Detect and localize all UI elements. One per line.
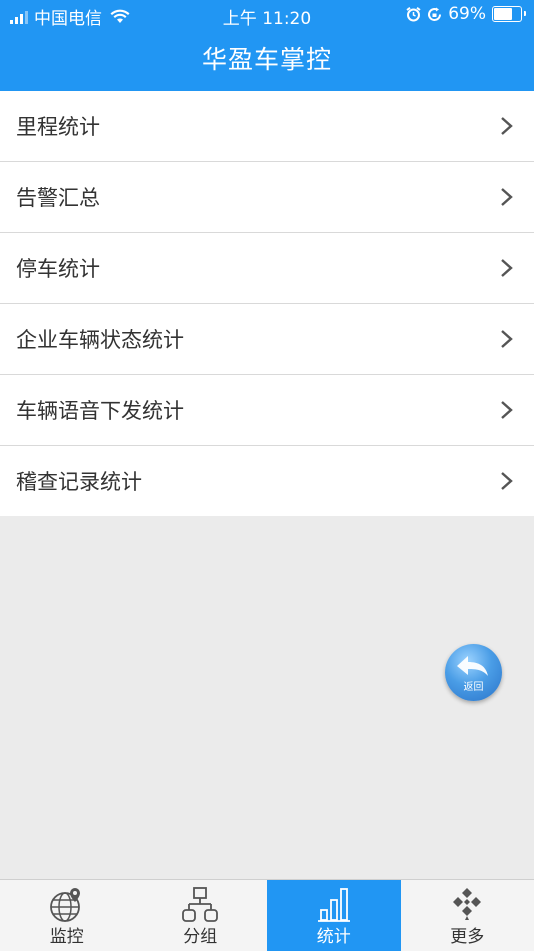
chevron-right-icon (500, 471, 514, 491)
menu-item-alarm-summary[interactable]: 告警汇总 (0, 162, 534, 233)
battery-percent: 69% (448, 4, 486, 24)
chevron-right-icon (500, 187, 514, 207)
chevron-right-icon (500, 116, 514, 136)
menu-item-voice-dispatch-stats[interactable]: 车辆语音下发统计 (0, 375, 534, 446)
rotation-lock-icon (427, 7, 442, 22)
bottom-tab-bar: 监控 分组 统计 更多 (0, 879, 534, 951)
menu-item-label: 企业车辆状态统计 (16, 324, 184, 354)
menu-item-label: 稽查记录统计 (16, 466, 142, 496)
more-diamonds-icon (448, 886, 486, 924)
menu-item-label: 里程统计 (16, 111, 100, 141)
menu-item-label: 停车统计 (16, 253, 100, 283)
battery-icon (492, 6, 522, 22)
globe-pin-icon (48, 886, 86, 924)
back-button-label: 返回 (445, 678, 502, 693)
page-title: 华盈车掌控 (0, 40, 534, 76)
menu-item-label: 告警汇总 (16, 182, 100, 212)
tab-label: 分组 (134, 922, 268, 947)
tab-label: 监控 (0, 922, 134, 947)
menu-item-parking-stats[interactable]: 停车统计 (0, 233, 534, 304)
chevron-right-icon (500, 329, 514, 349)
battery-fill (494, 8, 512, 20)
alarm-icon (406, 7, 421, 22)
tab-label: 统计 (267, 922, 401, 947)
bar-chart-icon (315, 886, 353, 924)
menu-item-mileage-stats[interactable]: 里程统计 (0, 91, 534, 162)
chevron-right-icon (500, 258, 514, 278)
tab-statistics[interactable]: 统计 (267, 880, 401, 951)
tab-group[interactable]: 分组 (134, 880, 268, 951)
tab-monitor[interactable]: 监控 (0, 880, 134, 951)
battery-tip (524, 11, 526, 16)
app-header: 中国电信 上午 11:20 69% (0, 0, 534, 91)
status-right: 69% (406, 4, 522, 24)
chevron-right-icon (500, 400, 514, 420)
tab-label: 更多 (401, 922, 534, 947)
tab-more[interactable]: 更多 (401, 880, 534, 951)
status-bar: 中国电信 上午 11:20 69% (0, 0, 534, 28)
menu-item-inspection-record-stats[interactable]: 稽查记录统计 (0, 446, 534, 516)
menu-item-vehicle-status-stats[interactable]: 企业车辆状态统计 (0, 304, 534, 375)
back-button[interactable]: 返回 (445, 644, 502, 701)
menu-item-label: 车辆语音下发统计 (16, 395, 184, 425)
stats-menu-list: 里程统计 告警汇总 停车统计 企业车辆状态统计 车辆语音下发统计 稽查记录统计 (0, 91, 534, 516)
group-tree-icon (181, 886, 219, 924)
